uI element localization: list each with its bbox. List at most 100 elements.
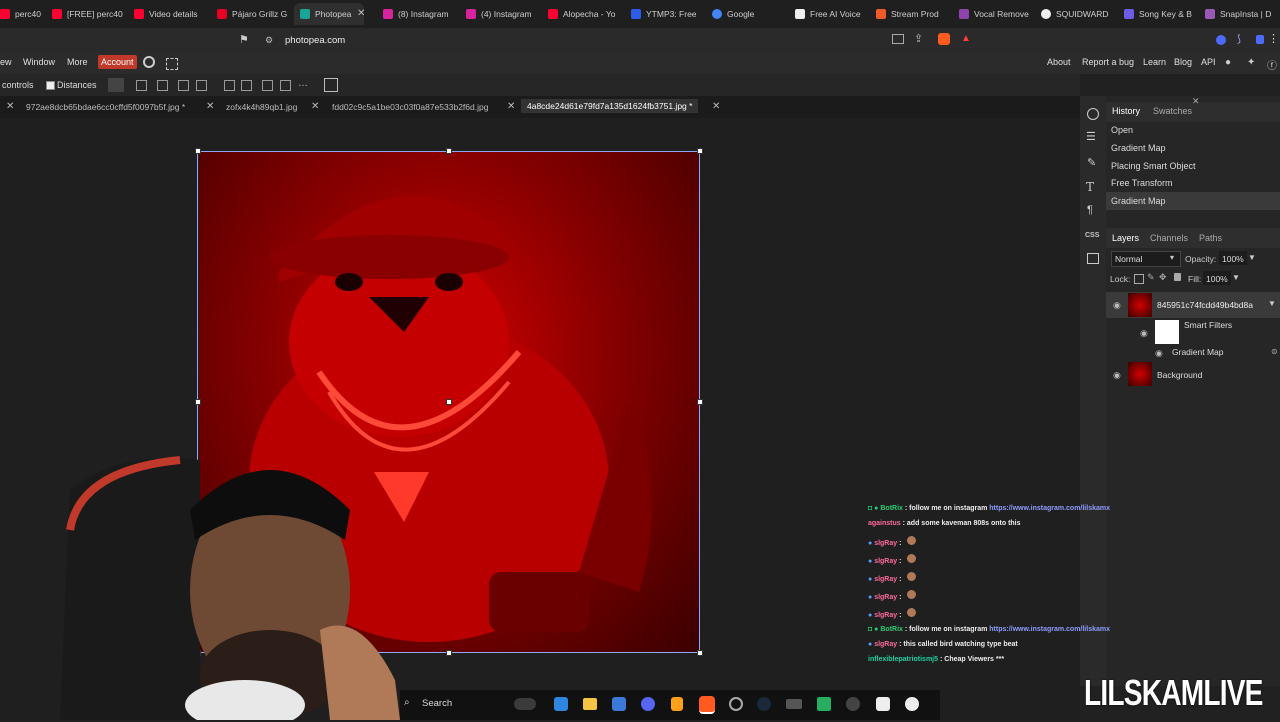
app-icon[interactable] bbox=[786, 699, 802, 709]
brave-rewards-icon[interactable]: ▲ bbox=[961, 33, 971, 44]
close-document-icon[interactable]: ✕ bbox=[6, 101, 14, 112]
browser-tab[interactable]: YTMP3: Free bbox=[631, 5, 705, 23]
distribute-icon[interactable] bbox=[241, 80, 252, 91]
transform-handle[interactable] bbox=[697, 399, 703, 405]
grid-icon[interactable] bbox=[324, 78, 338, 92]
browser-tab[interactable]: [FREE] perc40 bbox=[52, 5, 126, 23]
transform-handle[interactable] bbox=[195, 148, 201, 154]
chat-link[interactable]: https://www.instagram.com/lilskamx bbox=[989, 626, 1110, 633]
chat-link[interactable]: https://www.instagram.com/lilskamx bbox=[989, 505, 1110, 512]
reddit-icon[interactable]: ● bbox=[1225, 57, 1231, 68]
close-document-icon[interactable]: ✕ bbox=[206, 101, 214, 112]
align-icon[interactable] bbox=[157, 80, 168, 91]
browser-tab[interactable]: Song Key & B bbox=[1124, 5, 1198, 23]
media-player-icon[interactable] bbox=[905, 697, 919, 711]
link-learn[interactable]: Learn bbox=[1143, 57, 1166, 67]
discord-icon[interactable] bbox=[641, 697, 655, 711]
history-entry[interactable]: Gradient Map bbox=[1111, 143, 1166, 153]
transform-handle[interactable] bbox=[446, 148, 452, 154]
distances-checkbox[interactable] bbox=[46, 81, 55, 90]
transform-handle[interactable] bbox=[446, 650, 452, 656]
app-icon[interactable] bbox=[846, 697, 860, 711]
distribute-icon[interactable] bbox=[224, 80, 235, 91]
brave-browser-icon[interactable] bbox=[699, 696, 715, 714]
history-entry-selected[interactable]: Gradient Map bbox=[1111, 196, 1166, 206]
search-highlight-icon[interactable] bbox=[514, 698, 536, 710]
tab-channels[interactable]: Channels bbox=[1150, 233, 1188, 243]
browser-tab[interactable]: Vocal Remove bbox=[959, 5, 1033, 23]
transform-handle[interactable] bbox=[195, 399, 201, 405]
fullscreen-icon[interactable] bbox=[166, 58, 178, 70]
browser-tab[interactable]: (4) Instagram bbox=[466, 5, 540, 23]
history-entry[interactable]: Placing Smart Object bbox=[1111, 161, 1196, 171]
lock-all-icon[interactable] bbox=[1174, 273, 1181, 281]
filter-options-icon[interactable]: ⊜ bbox=[1271, 347, 1278, 356]
browser-tab[interactable]: Pájaro Grillz G bbox=[217, 5, 291, 23]
capcut-icon[interactable] bbox=[876, 697, 890, 711]
twitter-icon[interactable]: ✦ bbox=[1247, 57, 1255, 68]
share-icon[interactable]: ⇪ bbox=[914, 32, 923, 45]
tab-layers[interactable]: Layers bbox=[1112, 233, 1139, 243]
search-icon[interactable] bbox=[143, 56, 155, 68]
cast-icon[interactable] bbox=[892, 34, 904, 44]
paragraph-icon[interactable]: ¶ bbox=[1087, 204, 1093, 216]
browser-tab[interactable]: Stream Prod bbox=[876, 5, 950, 23]
lock-transparency-icon[interactable] bbox=[1134, 274, 1144, 284]
transform-handle[interactable] bbox=[697, 650, 703, 656]
visibility-eye-icon[interactable]: ◉ bbox=[1140, 328, 1148, 339]
history-entry[interactable]: Open bbox=[1111, 125, 1133, 135]
more-options-icon[interactable]: … bbox=[298, 78, 308, 89]
close-document-icon[interactable]: ✕ bbox=[712, 101, 720, 112]
brave-shield-icon[interactable] bbox=[938, 33, 950, 45]
tab-paths[interactable]: Paths bbox=[1199, 233, 1222, 243]
store-icon[interactable] bbox=[612, 697, 626, 711]
link-blog[interactable]: Blog bbox=[1174, 57, 1192, 67]
chevron-down-icon[interactable]: ▼ bbox=[1248, 253, 1256, 262]
distribute-icon[interactable] bbox=[262, 80, 273, 91]
bookmark-icon[interactable]: ⚑ bbox=[239, 33, 249, 46]
align-icon[interactable] bbox=[178, 80, 189, 91]
browser-tab[interactable]: Alopecha - Yo bbox=[548, 5, 622, 23]
transform-center-handle[interactable] bbox=[446, 399, 452, 405]
lock-image-icon[interactable]: ✎ bbox=[1147, 272, 1155, 283]
app-icon[interactable] bbox=[817, 697, 831, 711]
distribute-icon[interactable] bbox=[280, 80, 291, 91]
link-about[interactable]: About bbox=[1047, 57, 1071, 67]
tab-history[interactable]: History bbox=[1112, 106, 1140, 116]
link-report-bug[interactable]: Report a bug bbox=[1082, 57, 1134, 67]
visibility-eye-icon[interactable]: ◉ bbox=[1155, 348, 1163, 359]
layer-name[interactable]: Background bbox=[1157, 370, 1202, 380]
obs-icon[interactable] bbox=[729, 697, 743, 711]
menu-view[interactable]: ew bbox=[0, 57, 12, 67]
transform-handle[interactable] bbox=[697, 148, 703, 154]
file-explorer-icon[interactable] bbox=[583, 698, 597, 710]
info-icon[interactable] bbox=[1087, 108, 1099, 120]
chevron-down-icon[interactable]: ▼ bbox=[1232, 273, 1240, 282]
browser-tab-active[interactable]: Photopea bbox=[294, 3, 364, 25]
visibility-eye-icon[interactable]: ◉ bbox=[1113, 370, 1121, 381]
extension-icon[interactable] bbox=[1256, 35, 1264, 44]
app-icon[interactable] bbox=[671, 697, 683, 711]
browser-tab[interactable]: Google bbox=[712, 5, 786, 23]
document-tab[interactable]: fdd02c9c5a1be03c03f0a87e533b2f6d.jpg bbox=[332, 102, 488, 112]
copilot-icon[interactable] bbox=[554, 697, 568, 711]
site-info-icon[interactable]: ⚙ bbox=[265, 35, 273, 46]
search-icon[interactable]: ⌕ bbox=[404, 697, 410, 708]
menu-more[interactable]: More bbox=[67, 57, 88, 67]
taskbar-search-label[interactable]: Search bbox=[422, 698, 452, 709]
lock-position-icon[interactable]: ✥ bbox=[1159, 272, 1167, 283]
browser-tab[interactable]: Free AI Voice bbox=[795, 5, 869, 23]
character-icon[interactable]: T bbox=[1086, 180, 1094, 194]
close-tab-icon[interactable]: ✕ bbox=[357, 8, 365, 19]
close-document-icon[interactable]: ✕ bbox=[311, 101, 319, 112]
extension-icon[interactable] bbox=[1216, 35, 1226, 45]
properties-icon[interactable]: ☰ bbox=[1086, 130, 1096, 143]
image-icon[interactable] bbox=[1087, 253, 1099, 264]
download-icon[interactable] bbox=[108, 78, 124, 92]
tab-swatches[interactable]: Swatches bbox=[1153, 106, 1192, 116]
brush-icon[interactable]: ✎ bbox=[1087, 156, 1096, 169]
facebook-icon[interactable]: ⓕ bbox=[1267, 57, 1277, 72]
align-icon[interactable] bbox=[196, 80, 207, 91]
chevron-down-icon[interactable]: ▼ bbox=[1268, 299, 1276, 308]
align-icon[interactable] bbox=[136, 80, 147, 91]
